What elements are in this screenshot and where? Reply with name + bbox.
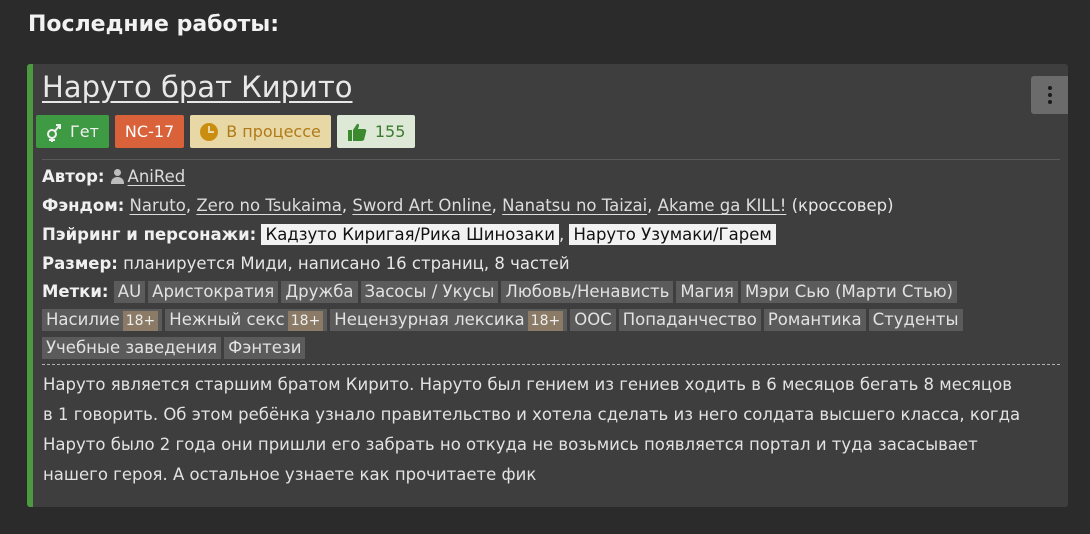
adult-marker: 18+: [527, 311, 564, 331]
fandom-link[interactable]: Akame ga KILL!: [658, 196, 787, 215]
tag[interactable]: Любовь/Ненависть: [501, 281, 674, 303]
tag[interactable]: Попаданчество: [618, 309, 761, 331]
work-description: Наруто является старшим братом Кирито. Н…: [43, 370, 1063, 490]
work-info: Автор: AniRed Фэндом: Naruto, Zero no Tsu…: [42, 162, 1062, 362]
tag[interactable]: Магия: [676, 281, 738, 303]
author-row: Автор: AniRed: [42, 162, 1062, 191]
description-line: в 1 говорить. Об этом ребёнка узнало пра…: [43, 405, 1021, 424]
size-value: планируется Миди, написано 16 страниц, 8…: [123, 254, 570, 273]
direction-label: Гет: [70, 122, 99, 141]
tag[interactable]: Аристократия: [148, 281, 279, 303]
likes-badge[interactable]: 155: [336, 115, 416, 148]
rating-badge[interactable]: NC-17: [114, 115, 185, 148]
description-divider: [42, 364, 1060, 365]
size-row: Размер: планируется Миди, написано 16 ст…: [42, 249, 1062, 278]
more-menu-button[interactable]: [1031, 76, 1068, 114]
adult-marker: 18+: [122, 311, 159, 331]
status-badge[interactable]: В процессе: [190, 115, 331, 148]
tag[interactable]: Учебные заведения: [42, 337, 222, 359]
author-link[interactable]: AniRed: [128, 167, 186, 186]
tag[interactable]: Мэри Сью (Марти Стью): [740, 281, 958, 303]
gender-mixed-icon: [47, 123, 61, 142]
description-line: Наруто было 2 года они пришли его забрат…: [43, 435, 978, 454]
fandom-suffix: (кроссовер): [791, 196, 894, 215]
status-label: В процессе: [226, 122, 321, 141]
tag[interactable]: Насилие 18+: [42, 309, 163, 331]
direction-badge[interactable]: Гет: [36, 115, 109, 148]
tag[interactable]: AU: [113, 281, 146, 303]
tag[interactable]: Романтика: [763, 309, 866, 331]
tag[interactable]: Дружба: [281, 281, 358, 303]
tag[interactable]: Нежный секс 18+: [165, 309, 328, 331]
fandom-label: Фэндом:: [42, 196, 125, 215]
tags-label: Метки:: [42, 282, 109, 301]
pairing-row: Пэйринг и персонажи: Кадзуто Киригая/Рик…: [42, 220, 1062, 249]
description-line: нашего героя. А остальное узнаете как пр…: [43, 465, 537, 484]
author-label: Автор:: [42, 167, 105, 186]
badge-row: Гет NC-17 В процессе 155: [36, 115, 416, 148]
likes-count: 155: [374, 122, 406, 141]
pairing-link[interactable]: Кадзуто Киригая/Рика Шинозаки: [261, 224, 559, 245]
tag[interactable]: Нецензурная лексика 18+: [330, 309, 568, 331]
fandom-link[interactable]: Nanatsu no Taizai: [502, 196, 647, 215]
rating-label: NC-17: [124, 122, 175, 141]
thumbs-up-icon: [347, 123, 367, 141]
size-label: Размер:: [42, 254, 118, 273]
fandom-link[interactable]: Sword Art Online: [352, 196, 491, 215]
section-title: Последние работы:: [28, 12, 280, 37]
person-icon: [110, 169, 124, 184]
adult-marker: 18+: [287, 311, 324, 331]
tag[interactable]: ООС: [570, 309, 616, 331]
pairing-label: Пэйринг и персонажи:: [42, 225, 257, 244]
tag[interactable]: Засосы / Укусы: [360, 281, 499, 303]
work-title-link[interactable]: Наруто брат Кирито: [42, 70, 353, 104]
header-divider: [42, 159, 1060, 160]
tag[interactable]: Фэнтези: [224, 337, 306, 359]
description-line: Наруто является старшим братом Кирито. Н…: [43, 375, 1012, 394]
tag[interactable]: Студенты: [868, 309, 963, 331]
pairing-link[interactable]: Наруто Узумаки/Гарем: [569, 224, 776, 245]
more-vertical-icon: [1047, 86, 1052, 90]
tags-row: Метки: AU Аристократия Дружба Засосы / Укус…: [42, 278, 1062, 362]
fandom-link[interactable]: Naruto: [130, 196, 186, 215]
fandom-link[interactable]: Zero no Tsukaima: [196, 196, 342, 215]
work-card: Наруто брат Кирито Гет NC-17 В процессе: [27, 64, 1068, 507]
clock-icon: [200, 122, 219, 141]
fandom-row: Фэндом: Naruto, Zero no Tsukaima, Sword …: [42, 196, 894, 215]
